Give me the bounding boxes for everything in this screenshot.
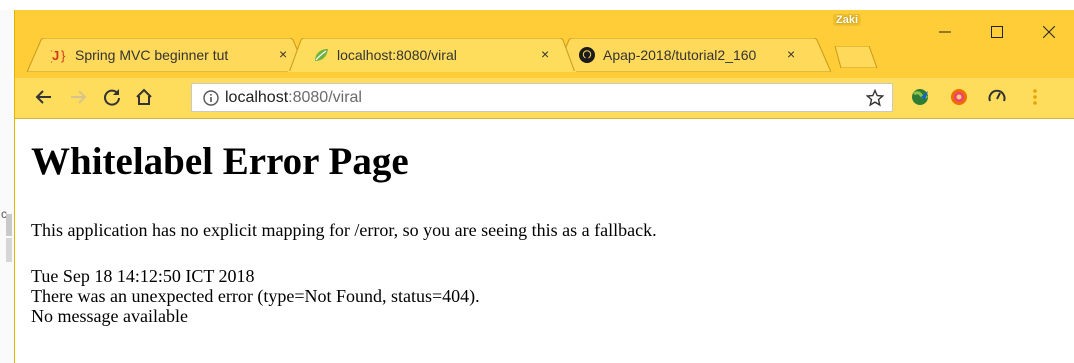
new-tab-button[interactable] [831,45,879,69]
browser-window: J{} Spring MVC beginner tut × Apap-2018/… [14,10,1074,363]
error-detail: No message available [31,306,188,326]
desktop-background-strip: c [0,10,14,363]
tab-title: localhost:8080/viral [337,47,457,63]
reload-icon [104,89,120,106]
url-path: :8080/viral [288,88,362,106]
tab-title: Apap-2018/tutorial2_160 [603,47,757,63]
forward-arrow-icon [71,90,87,104]
desktop-edge-bar [6,214,12,236]
home-button[interactable] [133,86,155,108]
tab-close-icon[interactable]: × [541,46,549,62]
address-bar[interactable]: localhost:8080/viral [191,83,893,112]
extension-speedometer-icon[interactable] [987,87,1007,107]
extension-globe-icon[interactable] [910,87,930,107]
error-message: This application has no explicit mapping… [31,220,657,240]
browser-toolbar: localhost:8080/viral [15,78,1074,119]
close-window-button[interactable] [1023,10,1074,54]
error-timestamp: Tue Sep 18 14:12:50 ICT 2018 [31,266,255,286]
tab-strip: J{} Spring MVC beginner tut × Apap-2018/… [15,10,1074,78]
github-icon [579,47,595,63]
menu-kebab-icon[interactable] [1025,87,1045,107]
tab-github-apap[interactable]: Apap-2018/tutorial2_160 × [555,38,831,72]
tab-localhost-viral[interactable]: localhost:8080/viral × [287,38,577,72]
tab-spring-mvc[interactable]: J{} Spring MVC beginner tut × [27,38,307,72]
tab-title: Spring MVC beginner tut [75,47,229,63]
url-host: localhost [225,88,289,106]
spring-leaf-icon [313,47,329,63]
tab-close-icon[interactable]: × [787,46,795,62]
error-status: There was an unexpected error (type=Not … [31,286,480,306]
reload-button[interactable] [101,86,123,108]
page-title: Whitelabel Error Page [31,140,409,183]
minimize-icon [939,31,951,33]
forward-button[interactable] [67,86,89,108]
back-button[interactable] [33,86,55,108]
maximize-button[interactable] [971,10,1023,54]
home-icon [136,88,152,105]
profile-name[interactable]: Zaki [833,14,862,26]
tab-close-icon[interactable]: × [279,46,287,62]
window-controls [919,10,1074,54]
url-text[interactable]: localhost:8080/viral [225,89,362,107]
back-arrow-icon [35,90,51,104]
svg-text:}: } [61,48,66,63]
minimize-button[interactable] [919,10,971,54]
desktop-edge-bar [6,238,12,262]
maximize-icon [991,26,1003,38]
extension-record-icon[interactable] [949,87,969,107]
info-icon[interactable] [203,89,219,106]
java-j-icon: J{} [51,47,67,63]
bookmark-star-icon[interactable] [865,88,885,107]
svg-text:J: J [52,48,59,63]
close-icon [1043,26,1055,38]
